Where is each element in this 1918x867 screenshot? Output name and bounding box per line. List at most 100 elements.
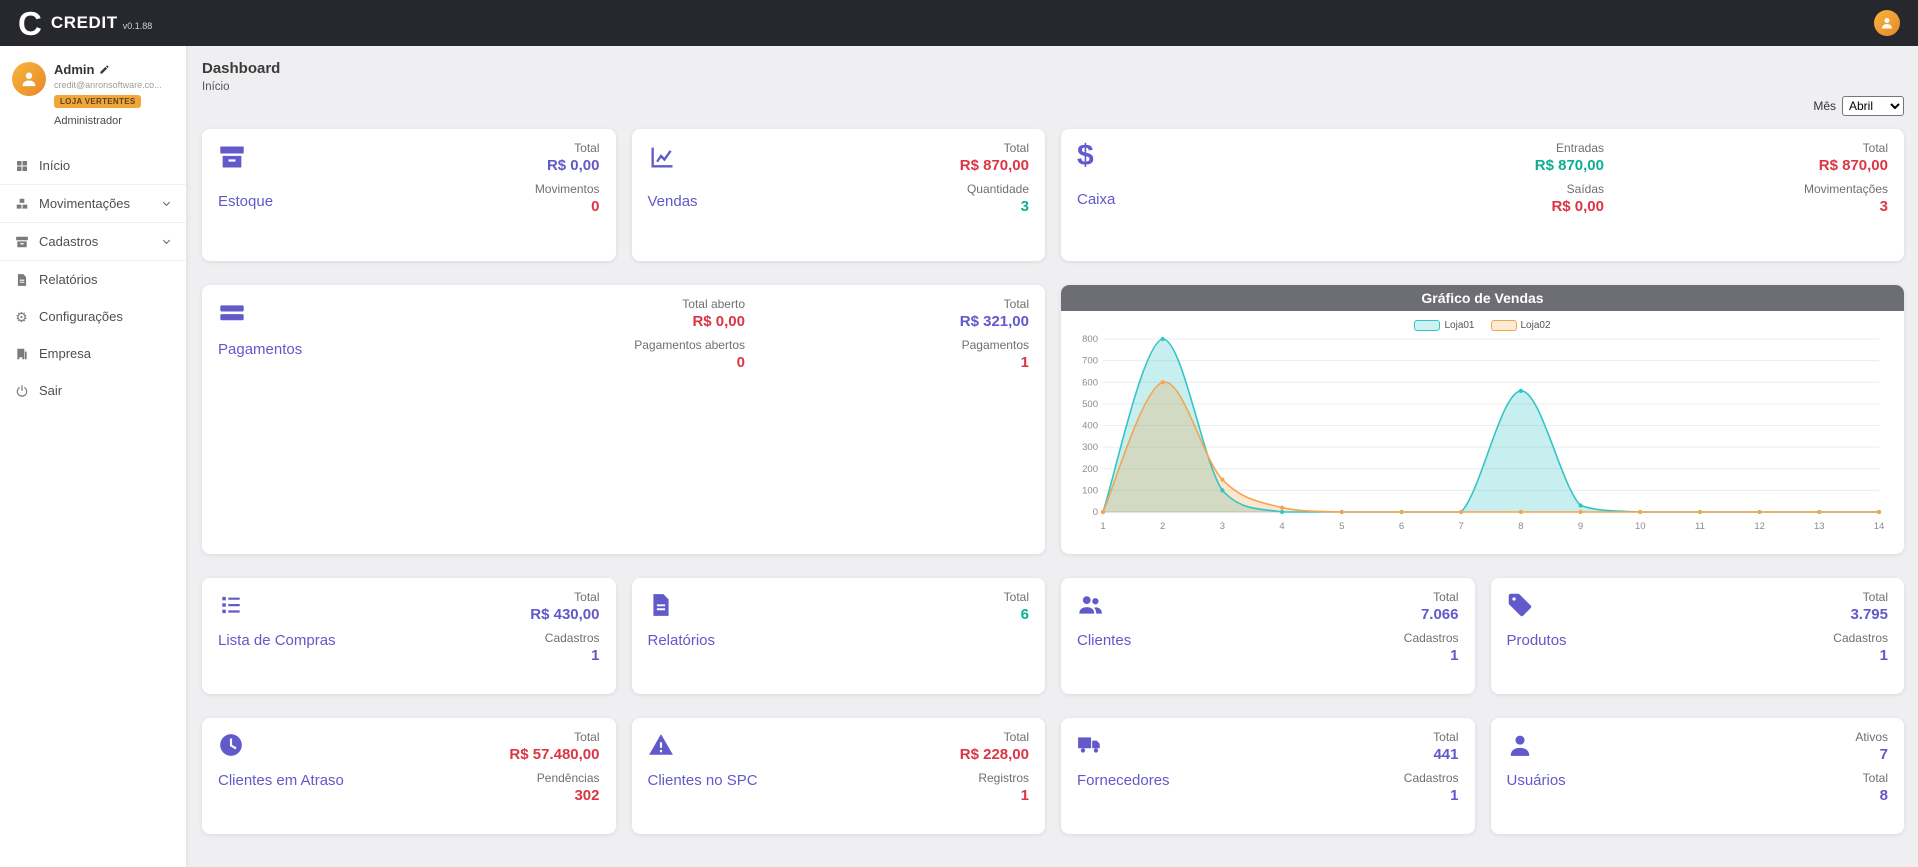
card-clientes-atraso: Clientes em Atraso Total R$ 57.480,00 Pe… xyxy=(202,718,616,834)
card-clientes-title[interactable]: Clientes xyxy=(1077,632,1131,649)
svg-text:600: 600 xyxy=(1082,377,1098,388)
stat-label: Total xyxy=(509,730,599,744)
stat-total: Total R$ 57.480,00 xyxy=(509,730,599,763)
stat-cadastros: Cadastros 1 xyxy=(1404,631,1459,664)
card-pagamentos: Pagamentos Total aberto R$ 0,00 Pagament… xyxy=(202,285,1045,554)
profile-role: Administrador xyxy=(54,115,162,127)
card-pagamentos-title[interactable]: Pagamentos xyxy=(218,341,302,358)
sidebar-item-label: Configurações xyxy=(39,309,123,324)
stat-value: 0 xyxy=(634,354,745,371)
card-vendas: Vendas Total R$ 870,00 Quantidade 3 xyxy=(632,129,1046,261)
profile-name: Admin xyxy=(54,62,94,77)
stat-label: Total xyxy=(1833,590,1888,604)
archive-icon xyxy=(14,234,29,249)
stat-pagamentos-abertos: Pagamentos abertos 0 xyxy=(634,338,745,371)
svg-text:100: 100 xyxy=(1082,485,1098,496)
stat-pendencias: Pendências 302 xyxy=(509,771,599,804)
stat-value: R$ 870,00 xyxy=(1804,157,1888,174)
card-usuarios-title[interactable]: Usuários xyxy=(1507,772,1566,789)
stat-label: Entradas xyxy=(1535,141,1604,155)
user-avatar[interactable] xyxy=(1874,10,1900,36)
svg-text:11: 11 xyxy=(1695,521,1705,532)
vendas-chart-icon xyxy=(648,143,676,171)
stat-label: Pagamentos abertos xyxy=(634,338,745,352)
sidebar-item-configuracoes[interactable]: ⚙ Configurações xyxy=(0,298,186,335)
stat-cadastros: Cadastros 1 xyxy=(530,631,599,664)
stat-value: 1 xyxy=(1404,647,1459,664)
svg-text:800: 800 xyxy=(1082,334,1098,345)
card-clientes-spc: Clientes no SPC Total R$ 228,00 Registro… xyxy=(632,718,1046,834)
stat-value: 1 xyxy=(960,787,1029,804)
stat-value: 7.066 xyxy=(1404,606,1459,623)
card-caixa-title[interactable]: Caixa xyxy=(1077,191,1115,208)
stat-label: Movimentos xyxy=(535,182,600,196)
card-lista-compras-title[interactable]: Lista de Compras xyxy=(218,632,336,649)
stat-value: 1 xyxy=(960,354,1029,371)
chart-legend: Loja01 Loja02 xyxy=(1061,311,1904,331)
stat-value: R$ 57.480,00 xyxy=(509,746,599,763)
stat-cadastros: Cadastros 1 xyxy=(1404,771,1459,804)
report-document-icon xyxy=(648,592,674,618)
legend-item-loja01[interactable]: Loja01 xyxy=(1414,320,1474,331)
svg-text:13: 13 xyxy=(1814,521,1825,532)
svg-text:400: 400 xyxy=(1082,421,1098,432)
card-fornecedores: Fornecedores Total 441 Cadastros 1 xyxy=(1061,718,1475,834)
card-clientes-spc-title[interactable]: Clientes no SPC xyxy=(648,772,758,789)
profile-avatar[interactable] xyxy=(12,62,46,96)
stat-value: 0 xyxy=(535,198,600,215)
card-vendas-title[interactable]: Vendas xyxy=(648,193,698,210)
card-estoque: Estoque Total R$ 0,00 Movimentos 0 xyxy=(202,129,616,261)
profile-info: Admin credit@anronsoftware.co... LOJA VE… xyxy=(54,62,162,127)
stat-label: Total xyxy=(1855,771,1888,785)
card-fornecedores-title[interactable]: Fornecedores xyxy=(1077,772,1170,789)
main-content: Dashboard Início Mês Abril Estoque Total xyxy=(186,46,1918,867)
stat-value: R$ 0,00 xyxy=(634,313,745,330)
stat-quantidade: Quantidade 3 xyxy=(960,182,1029,215)
stat-movimentacoes: Movimentações 3 xyxy=(1804,182,1888,215)
svg-text:14: 14 xyxy=(1874,521,1885,532)
card-produtos-title[interactable]: Produtos xyxy=(1507,632,1567,649)
store-badge: LOJA VERTENTES xyxy=(54,95,141,108)
card-clientes-atraso-title[interactable]: Clientes em Atraso xyxy=(218,772,344,789)
card-clientes: Clientes Total 7.066 Cadastros 1 xyxy=(1061,578,1475,694)
sidebar-item-empresa[interactable]: Empresa xyxy=(0,335,186,372)
stat-label: Movimentações xyxy=(1804,182,1888,196)
month-select[interactable]: Abril xyxy=(1842,96,1904,116)
profile-section: Admin credit@anronsoftware.co... LOJA VE… xyxy=(0,62,186,133)
stat-pagamentos: Pagamentos 1 xyxy=(960,338,1029,371)
stat-value: 441 xyxy=(1404,746,1459,763)
edit-profile-icon[interactable] xyxy=(99,64,110,75)
stat-entradas: Entradas R$ 870,00 xyxy=(1535,141,1604,174)
stat-label: Cadastros xyxy=(1404,771,1459,785)
sidebar-menu: Início Movimentações Cadastros xyxy=(0,147,186,409)
stat-label: Registros xyxy=(960,771,1029,785)
stat-total: Total 7.066 xyxy=(1404,590,1459,623)
svg-text:200: 200 xyxy=(1082,464,1098,475)
gear-icon: ⚙ xyxy=(14,309,29,324)
card-estoque-title[interactable]: Estoque xyxy=(218,193,273,210)
legend-item-loja02[interactable]: Loja02 xyxy=(1491,320,1551,331)
sidebar-item-relatorios[interactable]: Relatórios xyxy=(0,261,186,298)
svg-text:2: 2 xyxy=(1160,521,1165,532)
svg-text:7: 7 xyxy=(1459,521,1464,532)
stat-label: Total xyxy=(1404,590,1459,604)
stat-total: Total 8 xyxy=(1855,771,1888,804)
sidebar-item-sair[interactable]: Sair xyxy=(0,372,186,409)
stat-label: Pendências xyxy=(509,771,599,785)
stat-value: 302 xyxy=(509,787,599,804)
tag-icon xyxy=(1507,592,1533,618)
card-usuarios: Usuários Ativos 7 Total 8 xyxy=(1491,718,1905,834)
filter-controls: Mês Abril xyxy=(202,95,1904,117)
sidebar-item-cadastros[interactable]: Cadastros xyxy=(0,222,186,261)
card-grafico-vendas: Gráfico de Vendas Loja01Loja02 010020030… xyxy=(1061,285,1904,554)
brand-name: CREDIT xyxy=(51,13,118,33)
dollar-icon: $ xyxy=(1077,143,1094,169)
sidebar-item-movimentacoes[interactable]: Movimentações xyxy=(0,184,186,222)
stat-label: Cadastros xyxy=(1404,631,1459,645)
svg-text:12: 12 xyxy=(1754,521,1765,532)
sidebar-item-label: Início xyxy=(39,158,70,173)
sidebar-item-inicio[interactable]: Início xyxy=(0,147,186,184)
svg-text:10: 10 xyxy=(1635,521,1646,532)
user-icon xyxy=(1880,16,1894,30)
card-relatorios-title[interactable]: Relatórios xyxy=(648,632,716,649)
